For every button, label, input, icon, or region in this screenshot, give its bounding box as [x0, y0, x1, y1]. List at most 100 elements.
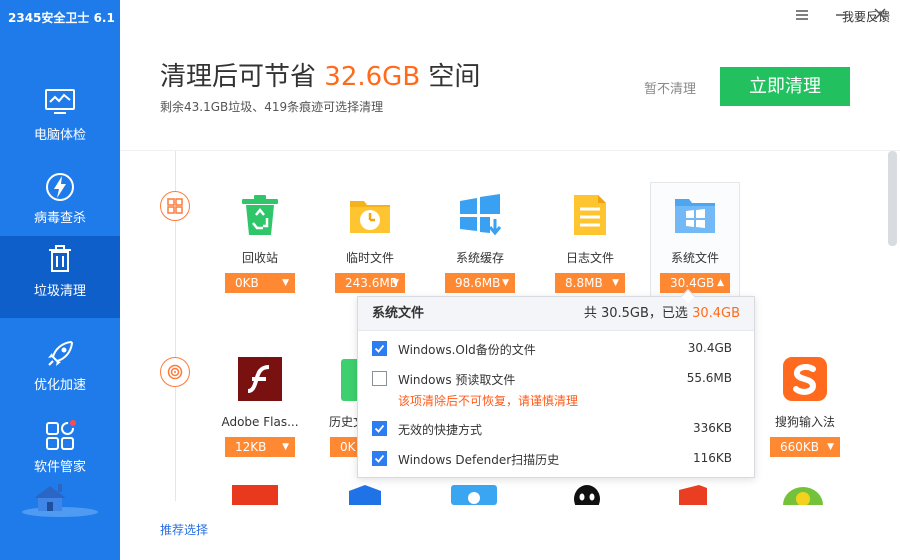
size-value: 30.4GB	[670, 276, 715, 290]
size-dropdown[interactable]: 98.6MB ▼	[445, 273, 515, 293]
trash-icon	[0, 236, 120, 276]
size-value: 98.6MB	[455, 276, 501, 290]
log-file-icon	[545, 193, 635, 249]
summary-prefix: 共 30.5GB，已选	[583, 306, 688, 321]
header: 我要反馈 清理后可节省 32.6GB 空间 剩余43.1GB垃圾、419条痕迹可…	[120, 0, 900, 150]
recycle-bin-icon	[215, 193, 305, 249]
size-value: 0K	[340, 440, 356, 454]
sidebar-item-junk-clean[interactable]: 垃圾清理	[0, 236, 120, 318]
recommend-select-link[interactable]: 推荐选择	[160, 521, 208, 538]
row-size: 116KB	[692, 451, 732, 465]
app-red-icon[interactable]	[232, 485, 278, 509]
sogou-icon	[760, 357, 850, 413]
sidebar-item-label: 软件管家	[33, 460, 86, 475]
junk-item-system-files[interactable]: 系统文件 30.4GB ▲	[650, 182, 740, 298]
chevron-up-icon: ▲	[717, 278, 724, 288]
title-prefix: 清理后可节省	[160, 62, 317, 92]
popup-header: 系统文件 共 30.5GB，已选 30.4GB	[358, 297, 754, 331]
row-label: Windows.Old备份的文件	[398, 343, 536, 357]
size-dropdown[interactable]: 243.6MB ▼	[335, 273, 405, 293]
checkbox-checked[interactable]	[372, 451, 387, 466]
item-name: 系统文件	[670, 251, 719, 265]
sidebar-item-checkup[interactable]: 电脑体检	[0, 80, 120, 162]
checkbox-checked[interactable]	[372, 421, 387, 436]
checkbox-unchecked[interactable]	[372, 371, 387, 386]
junk-item-temp-files[interactable]: 临时文件 243.6MB ▼	[325, 193, 415, 293]
apps-icon	[0, 412, 120, 452]
item-name: 搜狗输入法	[774, 415, 835, 429]
trace-category-icon	[160, 357, 190, 387]
sidebar-item-optimize[interactable]: 优化加速	[0, 330, 120, 412]
temp-folder-icon	[325, 193, 415, 249]
saving-amount: 32.6GB	[324, 62, 421, 92]
row-size: 55.6MB	[686, 371, 732, 385]
size-value: 12KB	[235, 440, 267, 454]
close-icon[interactable]	[868, 4, 892, 26]
lightning-shield-icon	[0, 163, 120, 203]
system-files-icon	[651, 193, 739, 249]
chevron-down-icon: ▼	[612, 278, 619, 288]
flash-icon	[215, 357, 305, 413]
system-files-popup: 系统文件 共 30.5GB，已选 30.4GB Windows.Old备份的文件…	[357, 288, 756, 478]
item-name: 临时文件	[345, 251, 394, 265]
popup-row-defender-history[interactable]: Windows Defender扫描历史 116KB	[358, 448, 756, 470]
junk-item-system-cache[interactable]: 系统缓存 98.6MB ▼	[435, 193, 525, 293]
popup-row-invalid-shortcuts[interactable]: 无效的快捷方式 336KB	[358, 418, 756, 440]
clean-now-button[interactable]: 立即清理	[720, 67, 850, 106]
size-value: 8.8MB	[565, 276, 603, 290]
junk-item-recycle-bin[interactable]: 回收站 0KB ▼	[215, 193, 305, 293]
sidebar-item-virus-scan[interactable]: 病毒查杀	[0, 163, 120, 245]
row-size: 336KB	[692, 421, 732, 435]
app-blue-icon[interactable]	[343, 485, 387, 509]
size-value: 0KB	[235, 276, 259, 290]
chevron-down-icon: ▼	[282, 278, 289, 288]
trace-item-sogou[interactable]: 搜狗输入法 660KB ▼	[760, 357, 850, 457]
item-name: 日志文件	[565, 251, 614, 265]
warning-text: 该项清除后不可恢复，请谨慎清理	[398, 394, 579, 408]
notification-badge	[68, 418, 78, 428]
scrollbar[interactable]	[888, 151, 897, 246]
app-lightblue-icon[interactable]	[451, 485, 497, 509]
row-size: 30.4GB	[687, 341, 732, 355]
grid-category-icon	[160, 191, 190, 221]
checkbox-checked[interactable]	[372, 341, 387, 356]
chevron-down-icon: ▼	[282, 442, 289, 452]
app-green-icon[interactable]	[780, 485, 826, 523]
trace-item-flash[interactable]: Adobe Flas... 12KB ▼	[215, 357, 305, 457]
size-dropdown[interactable]: 0KB ▼	[225, 273, 295, 293]
sidebar-item-label: 优化加速	[33, 378, 86, 393]
row-label: Windows Defender扫描历史	[398, 453, 560, 467]
sidebar-item-label: 垃圾清理	[33, 284, 86, 299]
row-label: 无效的快捷方式	[398, 423, 483, 437]
chevron-down-icon: ▼	[392, 278, 399, 288]
item-name: Adobe Flas...	[221, 415, 299, 429]
title-suffix: 空间	[428, 62, 481, 92]
chevron-down-icon: ▼	[502, 278, 509, 288]
size-dropdown[interactable]: 8.8MB ▼	[555, 273, 625, 293]
qq-icon[interactable]	[570, 485, 604, 513]
menu-icon[interactable]	[790, 4, 814, 26]
popup-summary: 共 30.5GB，已选 30.4GB	[584, 297, 740, 331]
monitor-icon	[0, 80, 120, 120]
rocket-icon	[0, 330, 120, 370]
size-dropdown[interactable]: 30.4GB ▲	[660, 273, 730, 293]
sidebar-item-label: 病毒查杀	[33, 211, 86, 226]
sidebar: 2345安全卫士 6.1 电脑体检 病毒查杀 垃圾清理 优化加速 软件管家	[0, 0, 120, 560]
office-icon[interactable]	[673, 485, 713, 509]
popup-row-windows-old[interactable]: Windows.Old备份的文件 30.4GB	[358, 338, 756, 360]
item-name: 系统缓存	[455, 251, 504, 265]
popup-row-prefetch[interactable]: Windows 预读取文件 55.6MB	[358, 368, 756, 390]
row-label: Windows 预读取文件	[398, 373, 516, 387]
skip-clean-button[interactable]: 暂不清理	[644, 78, 696, 97]
size-dropdown[interactable]: 660KB ▼	[770, 437, 840, 457]
page-title: 清理后可节省 32.6GB 空间	[160, 56, 480, 93]
popup-title: 系统文件	[372, 306, 425, 321]
size-dropdown[interactable]: 12KB ▼	[225, 437, 295, 457]
scan-summary: 剩余43.1GB垃圾、419条痕迹可选择清理	[160, 100, 384, 114]
summary-selected: 30.4GB	[692, 306, 740, 321]
house-icon	[20, 478, 100, 522]
junk-item-log-files[interactable]: 日志文件 8.8MB ▼	[545, 193, 635, 293]
sidebar-item-label: 电脑体检	[33, 128, 86, 143]
app-title: 2345安全卫士 6.1	[8, 11, 115, 25]
minimize-icon[interactable]	[830, 4, 854, 26]
